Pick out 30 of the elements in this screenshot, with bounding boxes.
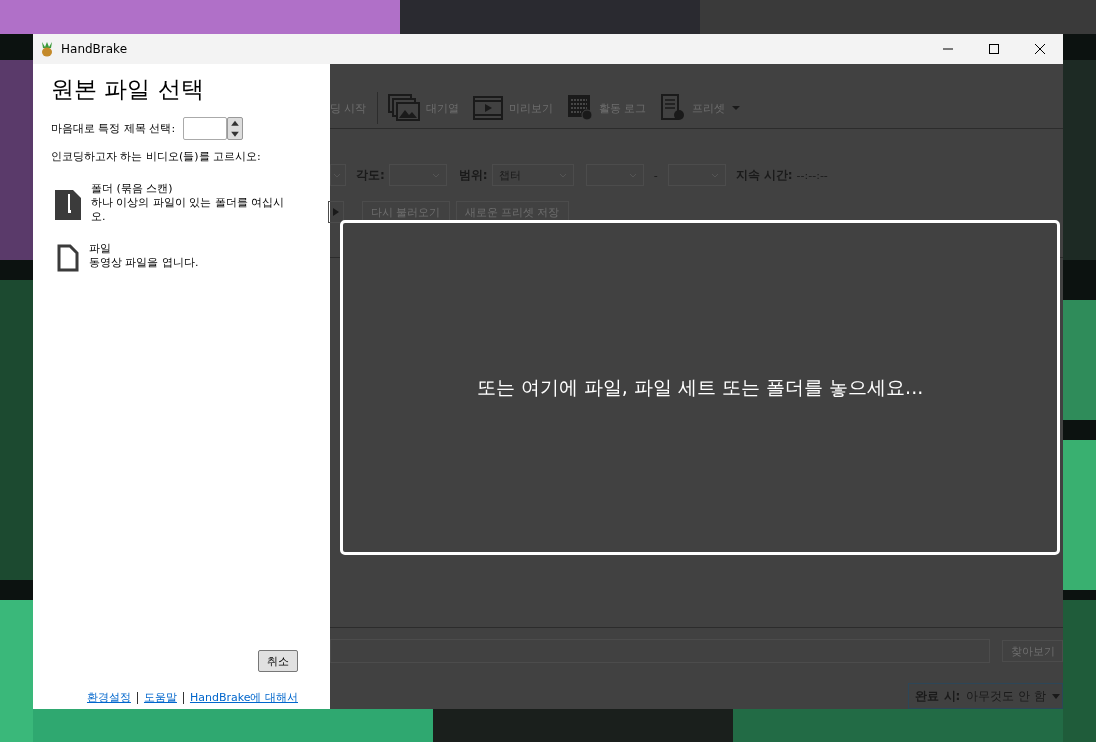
cancel-button[interactable]: 취소: [258, 650, 298, 672]
title-select-label: 마음대로 특정 제목 선택:: [51, 121, 176, 136]
caret-icon: [731, 105, 741, 111]
window-title: HandBrake: [61, 42, 128, 56]
pictures-icon: [387, 94, 420, 122]
caret-icon: [1052, 693, 1060, 699]
file-icon[interactable]: [57, 244, 79, 272]
option-description: 동영상 파일을 엽니다.: [89, 256, 200, 270]
title-spinner[interactable]: [183, 117, 244, 140]
destination-field[interactable]: [330, 639, 990, 663]
log-icon: [566, 94, 593, 122]
footer-link[interactable]: 도움말: [143, 690, 177, 705]
document-gear-icon: [660, 94, 686, 122]
drop-zone[interactable]: 또는 여기에 파일, 파일 세트 또는 폴더를 놓으세요...: [340, 220, 1060, 555]
film-icon: [472, 96, 503, 120]
play-button[interactable]: [328, 201, 344, 223]
option-description: 하나 이상의 파일이 있는 폴더를 여십시오.: [91, 196, 286, 224]
option-title[interactable]: 폴더 (묶음 스캔): [91, 182, 296, 196]
maximize-icon: [989, 44, 999, 54]
play-icon: [333, 208, 339, 216]
footer-link[interactable]: 환경설정: [86, 690, 131, 705]
pineapple-icon: [39, 41, 55, 57]
close-icon: [1035, 44, 1045, 54]
duration-value: --:--:--: [796, 168, 828, 182]
panel-title: 원본 파일 선택: [51, 75, 205, 104]
folder-icon[interactable]: [55, 188, 81, 220]
footer-link[interactable]: HandBrake에 대해서: [189, 690, 298, 705]
range-separator: -: [653, 168, 658, 182]
prompt-text: 인코딩하고자 하는 비디오(들)를 고르시오:: [51, 150, 262, 164]
option-title[interactable]: 파일: [89, 242, 294, 256]
